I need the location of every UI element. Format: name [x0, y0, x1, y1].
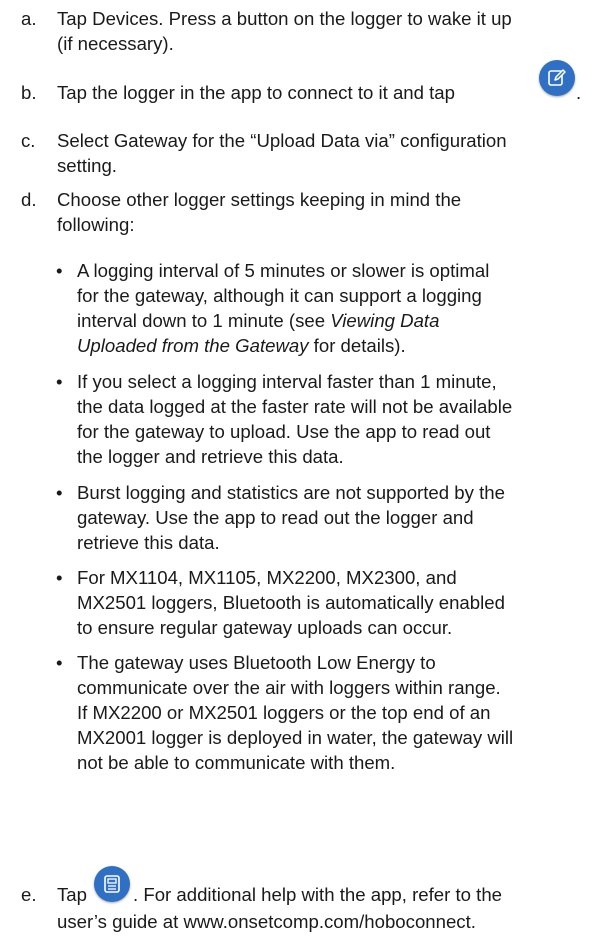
bullet-line: If MX2200 or MX2501 loggers or the top e… [77, 702, 491, 723]
bullet-line-text: for details). [308, 335, 406, 356]
step-text: Tap the logger in the app to connect to … [57, 80, 591, 105]
step-text-after-icon: . [576, 82, 582, 103]
bullet-text: A logging interval of 5 minutes or slowe… [77, 258, 587, 358]
step-marker: e. [21, 884, 37, 905]
bullet-line: communicate over the air with loggers wi… [77, 677, 501, 698]
bullet-line: MX2501 loggers, Bluetooth is automatical… [77, 592, 505, 613]
bullet-line: the logger and retrieve this data. [77, 446, 344, 467]
bullet-line: MX2001 logger is deployed in water, the … [77, 727, 514, 748]
bullet-text: For MX1104, MX1105, MX2200, MX2300, and … [77, 565, 587, 640]
bullet-symbol: • [56, 260, 63, 281]
bullet-line: A logging interval of 5 minutes or slowe… [77, 260, 490, 281]
step-text: Select Gateway for the “Upload Data via”… [57, 128, 591, 178]
bullet-line: for the gateway to upload. Use the app t… [77, 421, 491, 442]
bullet-text: The gateway uses Bluetooth Low Energy to… [77, 650, 587, 775]
step-marker: c. [21, 130, 36, 151]
bullet-text: If you select a logging interval faster … [77, 369, 587, 469]
bullet-line: gateway. Use the app to read out the log… [77, 507, 474, 528]
bullet-line: to ensure regular gateway uploads can oc… [77, 617, 453, 638]
guide-section-reference: Viewing Data [330, 310, 440, 331]
instruction-list: a. Tap Devices. Press a button on the lo… [0, 0, 594, 941]
step-marker: d. [21, 189, 37, 210]
step-text-after-icon: . For additional help with the app, refe… [133, 884, 502, 905]
step-text-before-icon: Tap the logger in the app to connect to … [57, 82, 455, 103]
step-line: user’s guide at www.onsetcomp.com/hoboco… [57, 911, 476, 932]
bullet-line: If you select a logging interval faster … [77, 371, 497, 392]
step-marker: a. [21, 8, 37, 29]
guide-section-reference: Uploaded from the Gateway [77, 335, 309, 356]
bullet-line-text: interval down to 1 minute (see [77, 310, 326, 331]
bullet-line: Burst logging and statistics are not sup… [77, 482, 505, 503]
step-line: Tap Devices. Press a button on the logge… [57, 8, 512, 29]
save-icon[interactable] [94, 866, 130, 902]
step-line: Choose other logger settings keeping in … [57, 189, 462, 210]
step-line: following: [57, 214, 135, 235]
step-text-before-icon: Tap [57, 884, 87, 905]
bullet-line: for the gateway, although it can support… [77, 285, 482, 306]
bullet-symbol: • [56, 482, 63, 503]
bullet-line: The gateway uses Bluetooth Low Energy to [77, 652, 436, 673]
step-text: Choose other logger settings keeping in … [57, 187, 591, 237]
bullet-line: interval down to 1 minute (see Viewing D… [77, 308, 587, 333]
step-line: (if necessary). [57, 33, 174, 54]
bullet-line: the data logged at the faster rate will … [77, 396, 513, 417]
bullet-symbol: • [56, 371, 63, 392]
step-text: Tap Devices. Press a button on the logge… [57, 6, 591, 56]
edit-icon[interactable] [539, 60, 575, 96]
bullet-line: Uploaded from the Gateway for details). [77, 333, 587, 358]
bullet-text: Burst logging and statistics are not sup… [77, 480, 587, 555]
bullet-line: not be able to communicate with them. [77, 752, 396, 773]
bullet-symbol: • [56, 652, 63, 673]
step-text: Tap . For additional help with the app, … [57, 882, 591, 932]
bullet-symbol: • [56, 567, 63, 588]
bullet-line: retrieve this data. [77, 532, 220, 553]
step-line: Select Gateway for the “Upload Data via”… [57, 130, 507, 151]
step-line: setting. [57, 155, 117, 176]
step-marker: b. [21, 82, 37, 103]
bullet-line: For MX1104, MX1105, MX2200, MX2300, and [77, 567, 457, 588]
